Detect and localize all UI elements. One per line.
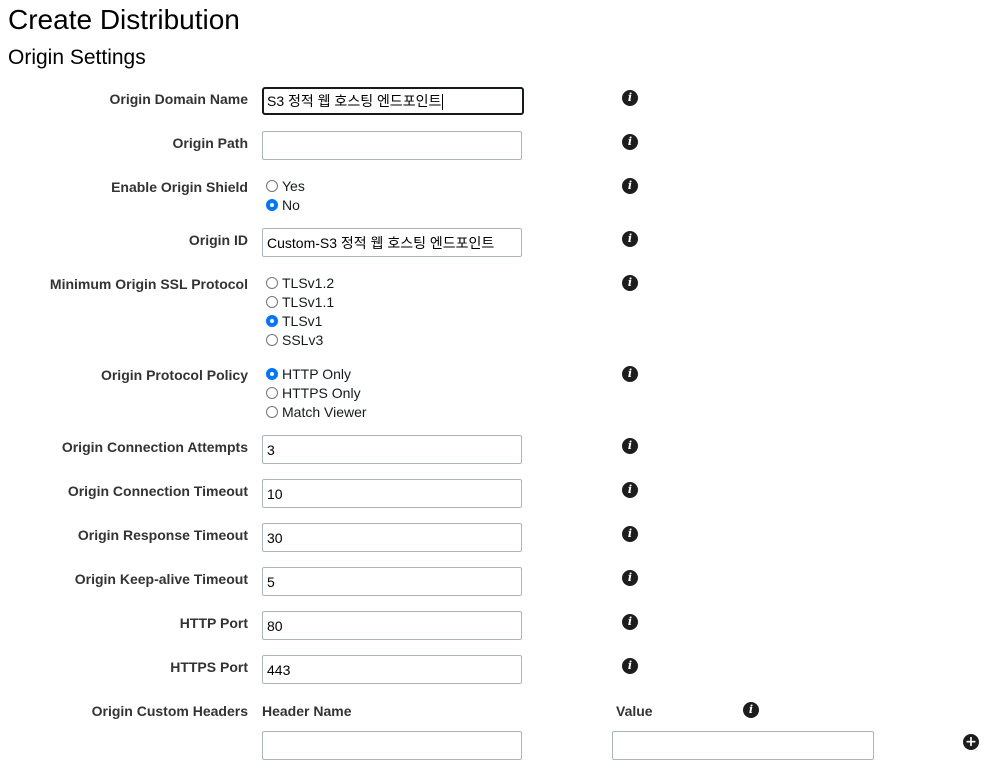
origin-id-label: Origin ID [188,232,248,248]
radio-button[interactable] [266,314,278,327]
radio-button[interactable] [266,179,278,192]
radio-label: HTTPS Only [282,384,361,401]
radio-label: TLSv1 [282,312,323,329]
https-port-input[interactable] [262,655,522,684]
info-icon[interactable]: i [743,702,759,718]
section-title: Origin Settings [8,46,146,69]
connection-timeout-label: Origin Connection Timeout [67,483,248,499]
radio-label: Yes [282,177,305,194]
connection-attempts-label: Origin Connection Attempts [61,439,248,455]
ssl-tlsv11-radio[interactable]: TLSv1.1 [266,292,334,311]
origin-shield-yes-radio[interactable]: Yes [266,176,305,195]
radio-label: No [282,196,300,213]
policy-https-only-radio[interactable]: HTTPS Only [266,383,361,402]
origin-protocol-policy-label: Origin Protocol Policy [100,367,248,383]
value-column-label: Value [616,703,653,719]
info-icon[interactable]: i [622,231,638,247]
page-title: Create Distribution [8,4,240,35]
radio-button[interactable] [266,276,278,289]
origin-domain-name-value: S3 정적 웹 호스팅 엔드포인트 [267,93,442,109]
info-icon[interactable]: i [622,134,638,150]
text-caret [442,94,444,111]
policy-match-viewer-radio[interactable]: Match Viewer [266,402,367,421]
origin-domain-name-input[interactable]: S3 정적 웹 호스팅 엔드포인트 [262,87,524,115]
connection-attempts-input[interactable] [262,435,522,464]
radio-button[interactable] [266,198,278,211]
radio-label: Match Viewer [282,403,367,420]
radio-label: HTTP Only [282,365,351,382]
info-icon[interactable]: i [622,570,638,586]
radio-button[interactable] [266,386,278,399]
origin-domain-name-label: Origin Domain Name [109,91,248,107]
radio-button[interactable] [266,367,278,380]
keepalive-timeout-input[interactable] [262,567,522,596]
origin-id-input[interactable] [262,228,522,257]
info-icon[interactable]: i [622,482,638,498]
radio-button[interactable] [266,405,278,418]
radio-button[interactable] [266,295,278,308]
header-name-input[interactable] [262,731,522,760]
plus-circle-icon[interactable]: + [963,734,979,750]
header-value-input[interactable] [612,731,874,760]
min-ssl-protocol-label: Minimum Origin SSL Protocol [49,276,248,292]
http-port-label: HTTP Port [179,615,248,631]
ssl-tlsv12-radio[interactable]: TLSv1.2 [266,273,334,292]
info-icon[interactable]: i [622,614,638,630]
response-timeout-label: Origin Response Timeout [77,527,248,543]
origin-path-label: Origin Path [172,135,248,151]
info-icon[interactable]: i [622,275,638,291]
origin-path-input[interactable] [262,131,522,160]
radio-label: TLSv1.1 [282,293,335,310]
header-name-column-label: Header Name [262,703,352,719]
info-icon[interactable]: i [622,90,638,106]
origin-shield-no-radio[interactable]: No [266,195,300,214]
info-icon[interactable]: i [622,438,638,454]
ssl-sslv3-radio[interactable]: SSLv3 [266,330,323,349]
policy-http-only-radio[interactable]: HTTP Only [266,364,351,383]
enable-origin-shield-label: Enable Origin Shield [111,179,248,195]
keepalive-timeout-label: Origin Keep-alive Timeout [74,571,248,587]
http-port-input[interactable] [262,611,522,640]
info-icon[interactable]: i [622,178,638,194]
response-timeout-input[interactable] [262,523,522,552]
ssl-tlsv1-radio[interactable]: TLSv1 [266,311,322,330]
custom-headers-label: Origin Custom Headers [91,703,248,719]
info-icon[interactable]: i [622,366,638,382]
radio-label: SSLv3 [282,331,324,348]
https-port-label: HTTPS Port [170,659,248,675]
connection-timeout-input[interactable] [262,479,522,508]
radio-button[interactable] [266,333,278,346]
info-icon[interactable]: i [622,526,638,542]
info-icon[interactable]: i [622,658,638,674]
radio-label: TLSv1.2 [282,274,335,291]
